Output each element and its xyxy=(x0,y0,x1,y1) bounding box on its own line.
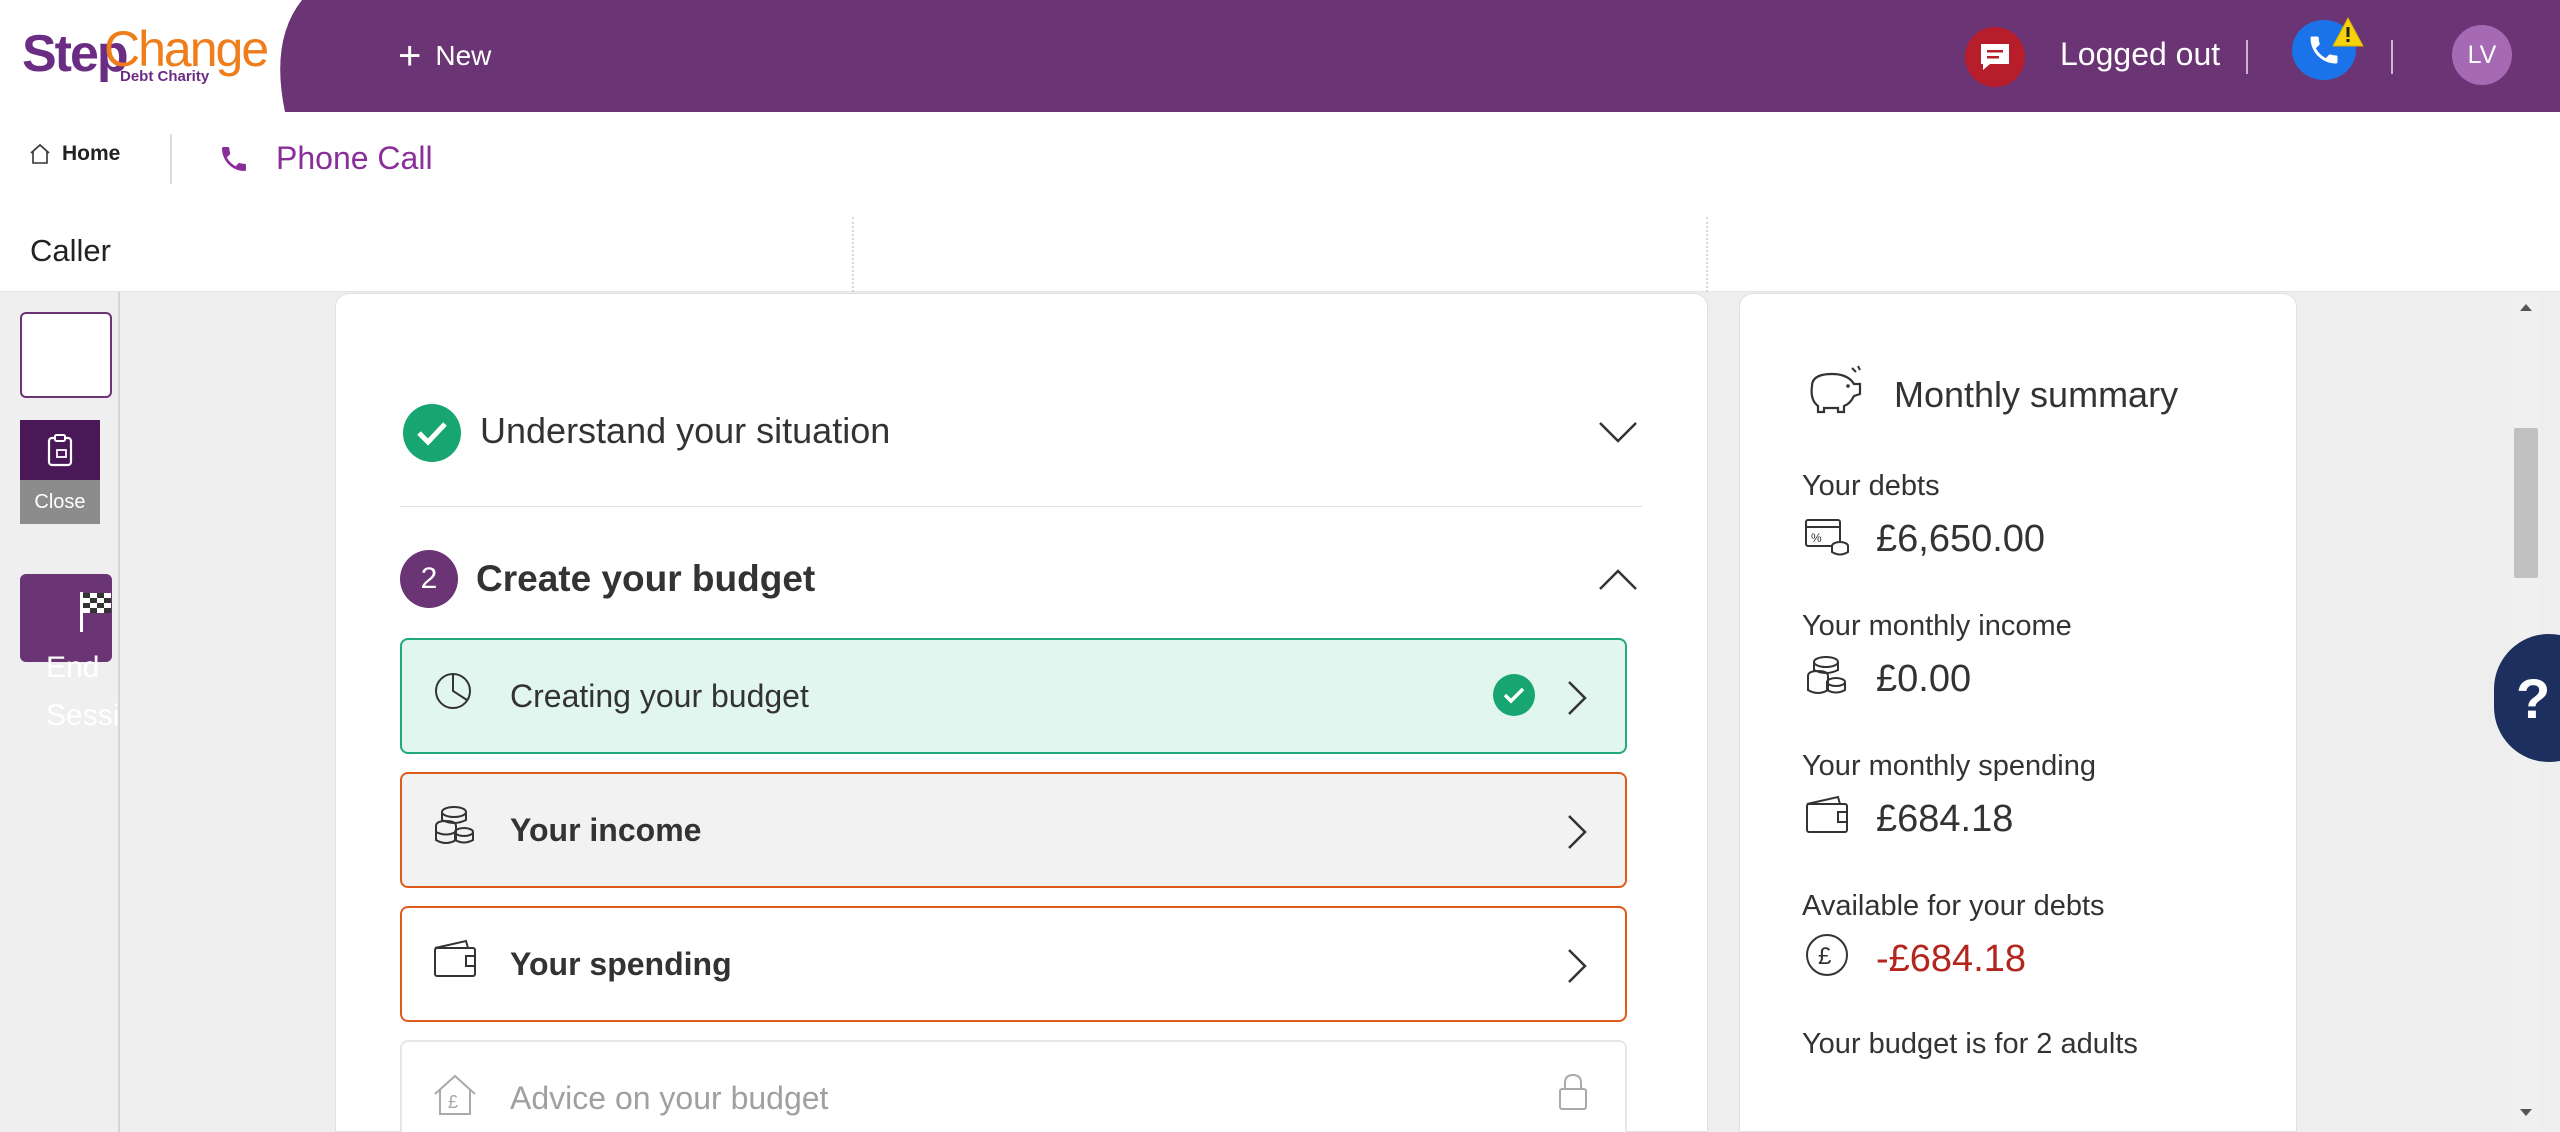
step-number-badge: 2 xyxy=(400,550,458,608)
budget-adults-note: Your budget is for 2 adults xyxy=(1802,1028,2138,1060)
available-value: -£684.18 xyxy=(1876,938,2027,980)
complete-check-icon xyxy=(1493,674,1535,716)
step-divider xyxy=(400,506,1642,507)
chat-icon[interactable] xyxy=(1965,27,2025,87)
stepchange-logo[interactable]: Step Change Debt Charity xyxy=(0,0,305,112)
scrollbar-thumb[interactable] xyxy=(2514,428,2538,578)
end-session-label: End Session xyxy=(46,644,120,740)
substep-label: Creating your budget xyxy=(510,678,809,714)
substep-advice-budget: £ Advice on your budget xyxy=(400,1040,1627,1132)
home-label: Home xyxy=(62,142,121,165)
spending-value: £684.18 xyxy=(1876,798,2014,840)
svg-text:£: £ xyxy=(1818,943,1831,970)
scroll-down-icon[interactable] xyxy=(2519,1108,2533,1118)
new-button[interactable]: + New xyxy=(398,33,491,79)
presence-status[interactable]: Logged out xyxy=(2060,36,2220,73)
chevron-up-icon[interactable] xyxy=(1598,566,1638,592)
svg-text:£: £ xyxy=(448,1092,458,1112)
available-label: Available for your debts xyxy=(1802,890,2105,922)
monthly-summary-card xyxy=(1739,293,2297,1132)
coins-icon xyxy=(435,806,474,844)
chevron-down-icon[interactable] xyxy=(1598,420,1638,446)
income-label: Your monthly income xyxy=(1802,610,2072,642)
step-understand-title[interactable]: Understand your situation xyxy=(480,410,890,452)
wallet-icon xyxy=(434,939,476,977)
debt-card-icon: % xyxy=(1805,519,1849,556)
debts-value: £6,650.00 xyxy=(1876,518,2046,560)
substep-your-spending[interactable]: Your spending xyxy=(400,906,1627,1022)
wallet-icon xyxy=(1806,795,1848,833)
scroll-up-icon[interactable] xyxy=(2519,302,2533,312)
caller-column-divider xyxy=(852,217,854,292)
clipboard-icon[interactable] xyxy=(20,420,100,480)
debts-label: Your debts xyxy=(1802,470,1940,502)
flag-icon xyxy=(80,592,111,632)
substep-label: Your income xyxy=(510,812,702,848)
pie-chart-icon xyxy=(435,673,471,709)
spending-label: Your monthly spending xyxy=(1802,750,2096,782)
chevron-right-icon xyxy=(1568,681,1587,715)
new-button-label: New xyxy=(435,40,492,71)
breadcrumb: Home Phone Call xyxy=(0,112,2560,217)
house-pound-icon: £ xyxy=(434,1074,476,1115)
income-value: £0.00 xyxy=(1876,658,1972,700)
piggy-bank-icon xyxy=(1810,365,1862,414)
pound-icon: £ xyxy=(1806,934,1848,976)
svg-text:%: % xyxy=(1811,531,1822,545)
chevron-right-icon xyxy=(1568,949,1587,983)
substep-creating-budget[interactable]: Creating your budget xyxy=(400,638,1627,754)
caller-column-divider xyxy=(1706,217,1708,292)
home-icon xyxy=(30,143,50,164)
check-icon xyxy=(403,404,461,462)
caller-label: Caller xyxy=(30,233,111,268)
lock-icon xyxy=(1559,1073,1587,1110)
chevron-right-icon xyxy=(1568,815,1587,849)
close-button[interactable]: Close xyxy=(20,480,100,524)
caller-header: Caller xyxy=(0,217,2560,292)
coins-icon xyxy=(1807,656,1846,694)
step-budget-title[interactable]: Create your budget xyxy=(476,558,815,600)
warning-icon xyxy=(2332,16,2364,47)
summary-title: Monthly summary xyxy=(1894,374,2179,415)
top-bar: Step Change Debt Charity + New Logged ou… xyxy=(0,0,2560,112)
header-divider xyxy=(2391,40,2393,74)
nav-divider xyxy=(170,134,172,184)
substep-label: Your spending xyxy=(510,946,732,982)
end-session-text: End Session xyxy=(46,651,120,732)
tab-phone-call-label: Phone Call xyxy=(276,140,433,176)
tab-phone-call[interactable]: Phone Call xyxy=(218,140,433,177)
rail-blank-slot[interactable] xyxy=(20,312,112,398)
substep-your-income[interactable]: Your income xyxy=(400,772,1627,888)
phone-icon xyxy=(222,146,246,171)
logo-sub-text: Debt Charity xyxy=(120,68,210,85)
avatar[interactable]: LV xyxy=(2452,25,2512,85)
home-link[interactable]: Home xyxy=(28,142,120,166)
substep-label: Advice on your budget xyxy=(510,1080,829,1116)
header-divider xyxy=(2246,40,2248,74)
plus-icon: + xyxy=(398,34,422,78)
